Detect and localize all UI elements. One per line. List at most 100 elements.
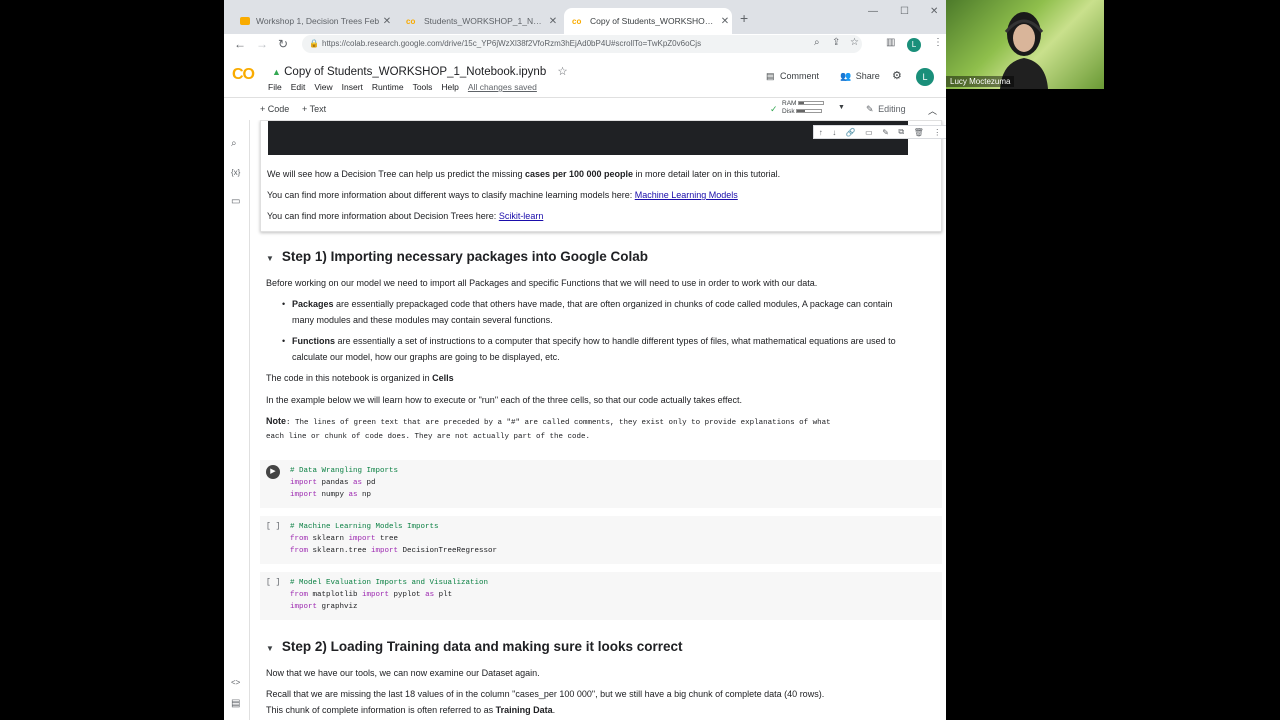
browser-tab-workshop[interactable]: Workshop 1, Decision Trees Feb ✕ — [232, 8, 394, 34]
maximize-icon[interactable]: ☐ — [900, 6, 909, 17]
comment-icon[interactable]: ▭ — [865, 128, 873, 137]
back-icon[interactable]: ← — [234, 37, 246, 51]
paragraph: The code in this notebook is organized i… — [266, 373, 454, 383]
edit-icon[interactable]: ✎ — [882, 128, 889, 137]
keyword: from — [290, 535, 309, 543]
cell-toolbar: ↑ ↓ 🔗 ▭ ✎ ⧉ 🗑 ⋮ — [813, 125, 946, 139]
run-cell-button[interactable]: ▶ — [266, 465, 280, 479]
move-down-icon[interactable]: ↓ — [832, 128, 836, 137]
notebook-title[interactable]: ▲ Copy of Students_WORKSHOP_1_Notebook.i… — [272, 64, 568, 78]
slides-icon — [240, 17, 250, 25]
cell-output-area — [268, 121, 908, 155]
settings-gear-icon[interactable]: ⚙ — [892, 69, 902, 82]
collapse-caret-icon[interactable]: ▼ — [266, 254, 274, 263]
drive-icon: ▲ — [272, 67, 281, 77]
keyword: import — [362, 591, 390, 599]
scikit-learn-link[interactable]: Scikit-learn — [499, 211, 544, 221]
text-cell-selected[interactable]: ↑ ↓ 🔗 ▭ ✎ ⧉ 🗑 ⋮ We will see how a Decisi… — [260, 120, 946, 232]
navigation-bar: ← → ↻ 🔒 https://colab.research.google.co… — [224, 34, 946, 56]
section-heading-step1[interactable]: ▼ Step 1) Importing necessary packages in… — [266, 249, 648, 264]
menu-help[interactable]: Help — [441, 82, 458, 92]
code-text: matplotlib — [308, 591, 363, 599]
more-options-icon[interactable]: ⋮ — [933, 128, 941, 137]
forward-icon[interactable]: → — [256, 37, 268, 51]
paragraph: Recall that we are missing the last 18 v… — [266, 689, 825, 699]
resource-monitor[interactable]: RAM Disk — [782, 100, 825, 116]
people-icon: 👥 — [840, 71, 852, 81]
code-cell[interactable]: ▶ # Data Wrangling Imports import pandas… — [260, 460, 942, 508]
save-status[interactable]: All changes saved — [468, 82, 537, 92]
ml-models-link[interactable]: Machine Learning Models — [635, 190, 738, 200]
files-folder-icon[interactable]: ▭ — [231, 196, 240, 207]
heading-text: Step 1) Importing necessary packages int… — [281, 249, 649, 264]
keyword: import — [290, 491, 318, 499]
command-palette-icon[interactable]: ▤ — [231, 698, 240, 709]
star-icon[interactable]: ☆ — [557, 66, 567, 78]
new-tab-icon[interactable]: + — [740, 10, 748, 26]
collapse-header-icon[interactable]: ︿ — [928, 104, 937, 117]
run-cell-button[interactable]: [ ] — [266, 578, 280, 587]
menu-insert[interactable]: Insert — [342, 82, 363, 92]
text: are essentially a set of instructions to… — [292, 336, 896, 362]
profile-avatar[interactable]: L — [907, 38, 921, 52]
editing-mode-button[interactable]: ✎ Editing — [866, 104, 906, 115]
move-up-icon[interactable]: ↑ — [819, 128, 823, 137]
code-editor[interactable]: # Machine Learning Models Imports from s… — [290, 521, 497, 557]
code-text: plt — [434, 591, 453, 599]
code-editor[interactable]: # Model Evaluation Imports and Visualiza… — [290, 577, 488, 613]
menu-tools[interactable]: Tools — [413, 82, 433, 92]
paragraph: You can find more information about diff… — [267, 190, 738, 200]
colab-profile-avatar[interactable]: L — [916, 68, 934, 86]
address-bar[interactable]: 🔒 https://colab.research.google.com/driv… — [302, 35, 862, 53]
collapse-caret-icon[interactable]: ▼ — [266, 644, 274, 653]
share-page-icon[interactable]: ⇪ — [832, 37, 840, 48]
close-window-icon[interactable]: ✕ — [930, 6, 938, 17]
section-heading-step2[interactable]: ▼ Step 2) Loading Training data and makin… — [266, 639, 683, 654]
tab-strip: Workshop 1, Decision Trees Feb ✕ co Stud… — [224, 0, 946, 34]
close-tab-icon[interactable]: ✕ — [718, 16, 732, 27]
menu-file[interactable]: File — [268, 82, 282, 92]
chrome-menu-icon[interactable]: ⋮ — [933, 37, 943, 48]
colab-logo[interactable]: CO — [232, 66, 255, 84]
code-editor[interactable]: # Data Wrangling Imports import pandas a… — [290, 465, 398, 501]
text: You can find more information about diff… — [267, 190, 635, 200]
code-comment: # Machine Learning Models Imports — [290, 523, 439, 531]
tab-title: Copy of Students_WORKSHOP_1 — [590, 16, 718, 26]
browser-tab-copy-notebook[interactable]: co Copy of Students_WORKSHOP_1 ✕ — [564, 8, 732, 34]
code-cell[interactable]: [ ] # Machine Learning Models Imports fr… — [260, 516, 942, 564]
reload-icon[interactable]: ↻ — [278, 37, 288, 51]
left-sidebar: ☰ ⌕ {x} ▭ <> ▤ — [224, 98, 250, 720]
paragraph: You can find more information about Deci… — [267, 211, 543, 221]
code-cell[interactable]: [ ] # Model Evaluation Imports and Visua… — [260, 572, 942, 620]
resources-dropdown-icon[interactable]: ▼ — [838, 104, 845, 111]
minimize-icon[interactable]: — — [868, 6, 878, 17]
mirror-cell-icon[interactable]: ⧉ — [898, 127, 904, 137]
ram-label: RAM — [782, 100, 797, 107]
connected-check-icon: ✓ — [770, 104, 778, 114]
link-icon[interactable]: 🔗 — [846, 128, 856, 137]
text: in more detail later on in this tutorial… — [633, 169, 781, 179]
browser-tab-students-notebook[interactable]: co Students_WORKSHOP_1_Notebo ✕ — [398, 8, 560, 34]
side-panel-icon[interactable]: ▥ — [886, 37, 895, 48]
add-text-button[interactable]: + Text — [302, 104, 326, 114]
variables-icon[interactable]: {x} — [231, 168, 240, 177]
run-cell-button[interactable]: [ ] — [266, 522, 280, 531]
text: You can find more information about Deci… — [267, 211, 499, 221]
search-icon[interactable]: ⌕ — [814, 37, 820, 48]
code-snippets-icon[interactable]: <> — [231, 678, 240, 687]
comment-button[interactable]: ▤ Comment — [766, 71, 819, 82]
menu-runtime[interactable]: Runtime — [372, 82, 404, 92]
code-text: sklearn — [308, 535, 349, 543]
menu-edit[interactable]: Edit — [291, 82, 306, 92]
share-button[interactable]: 👥 Share — [840, 71, 880, 82]
close-tab-icon[interactable]: ✕ — [380, 16, 394, 27]
search-icon[interactable]: ⌕ — [231, 138, 237, 149]
close-tab-icon[interactable]: ✕ — [546, 16, 560, 27]
pencil-icon: ✎ — [866, 104, 874, 114]
keyword: import — [290, 603, 318, 611]
menu-view[interactable]: View — [314, 82, 332, 92]
delete-icon[interactable]: 🗑 — [914, 128, 924, 137]
notebook-toolbar: + Code + Text ✓ RAM Disk ▼ ✎ Editing ︿ — [224, 98, 946, 120]
bookmark-star-icon[interactable]: ☆ — [850, 37, 859, 48]
add-code-button[interactable]: + Code — [260, 104, 289, 114]
